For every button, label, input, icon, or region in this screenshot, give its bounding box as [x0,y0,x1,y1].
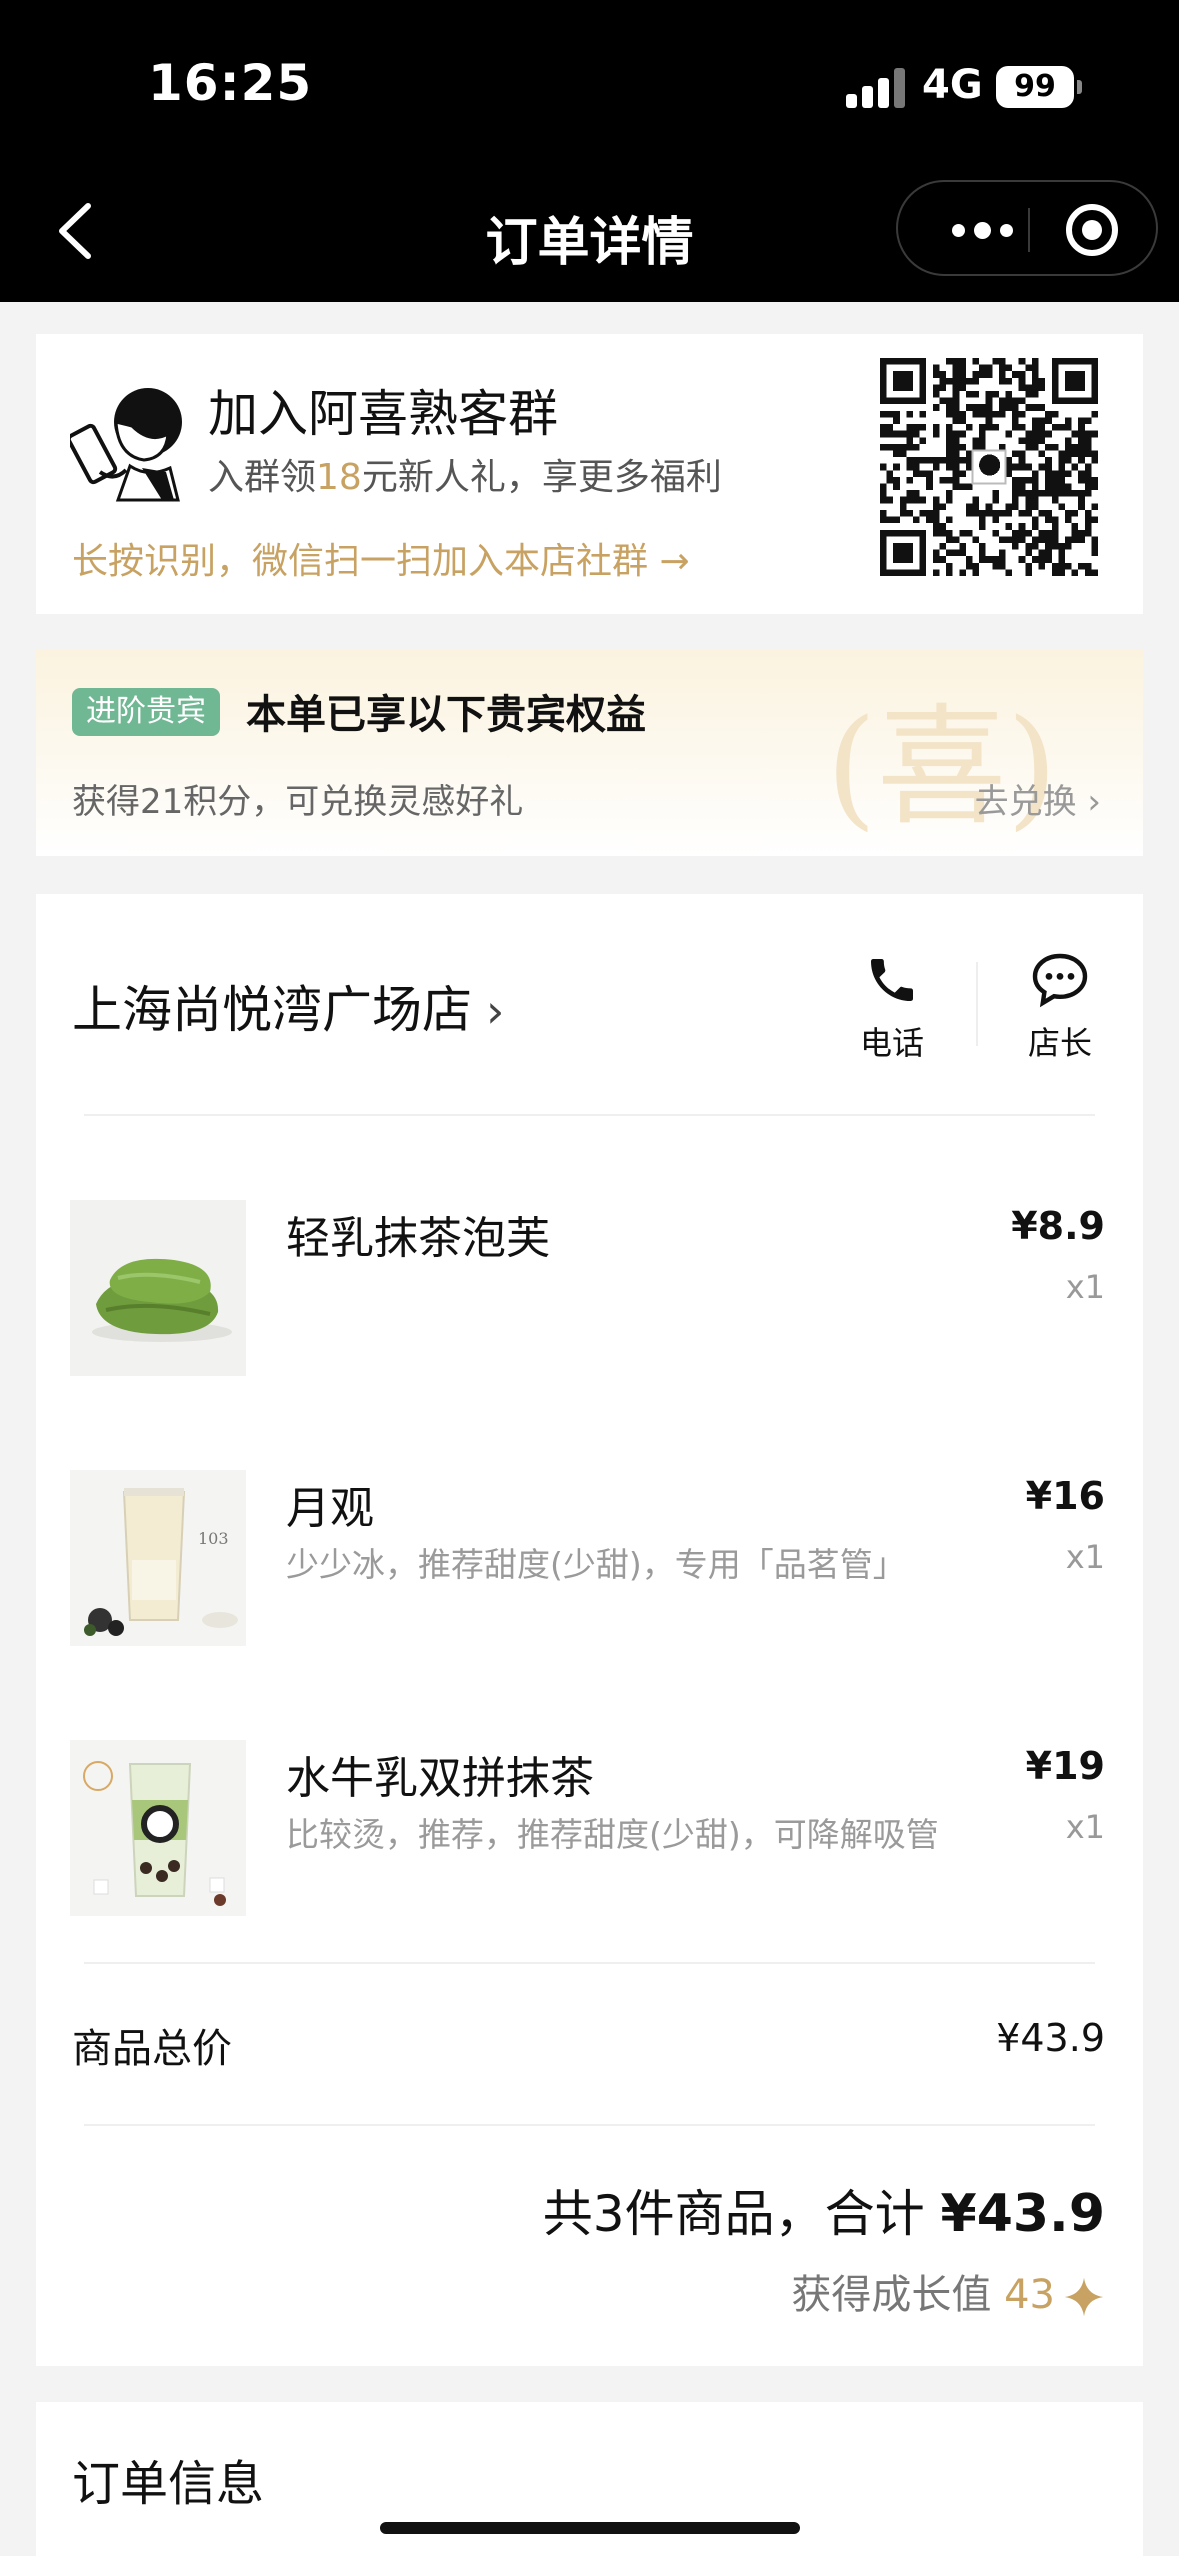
item-price: ¥19 [1025,1744,1105,1788]
item-image: 103 [70,1470,246,1646]
phone-icon [871,959,913,1001]
store-name: 上海尚悦湾广场店 [72,981,472,1039]
growth-label: 获得成长值 [791,2272,1005,2318]
network-type: 4G [922,62,983,108]
store-name-link[interactable]: 上海尚悦湾广场店 › [72,970,504,1042]
group-subtitle: 入群领18元新人礼，享更多福利 [208,448,722,500]
redeem-link[interactable]: 去兑换 › [975,774,1101,823]
home-indicator[interactable] [380,2522,800,2534]
close-miniprogram-icon[interactable] [1066,204,1118,256]
group-title: 加入阿喜熟客群 [208,385,558,443]
item-name: 轻乳抹茶泡芙 [286,1213,550,1264]
status-time: 16:25 [148,54,313,112]
vip-level-badge: 进阶贵宾 [72,688,220,736]
divider [84,1114,1095,1116]
order-total-prefix: 共3件商品，合计 [542,2185,941,2243]
call-store-button[interactable]: 电话 [842,952,942,1064]
growth-value: 43 [1004,2272,1055,2318]
order-info-title: 订单信息 [72,2456,265,2512]
goods-total-label: 商品总价 [72,2026,232,2072]
miniprogram-capsule [896,180,1158,276]
join-group-link[interactable]: 长按识别，微信扫一扫加入本店社群 → [72,532,690,584]
order-item[interactable]: 水牛乳双拼抹茶 比较烫，推荐，推荐甜度(少甜)，可降解吸管 ¥19 x1 [36,1740,1143,1916]
divider [84,1962,1095,1964]
store-actions-divider [976,962,978,1046]
vip-benefit-card[interactable]: (喜) 进阶贵宾 本单已享以下贵宾权益 获得21积分，可兑换灵感好礼 去兑换 › [36,650,1143,856]
manager-label: 店长 [1027,1024,1092,1062]
item-qty: x1 [1065,1808,1105,1846]
order-total-value: ¥43.9 [940,2184,1105,2244]
community-group-card[interactable]: 加入阿喜熟客群 入群领18元新人礼，享更多福利 长按识别，微信扫一扫加入本店社群… [36,334,1143,614]
contact-manager-button[interactable]: 店长 [1010,952,1110,1064]
battery-icon: 99 [996,66,1082,108]
item-price: ¥16 [1025,1474,1105,1518]
chevron-right-icon: › [486,984,505,1038]
order-items-card: 上海尚悦湾广场店 › 电话 店长 轻乳抹茶泡芙 ¥8.9 x1 103 月观 少… [36,894,1143,2366]
group-subtitle-post: 元新人礼，享更多福利 [361,457,722,498]
signal-icon [846,68,906,108]
group-qr-code[interactable] [880,358,1098,576]
svg-text:103: 103 [198,1529,229,1548]
divider [84,2124,1095,2126]
item-desc: 少少冰，推荐甜度(少甜)，专用「品茗管」 [286,1545,906,1584]
more-icon[interactable] [932,208,1032,252]
goods-total-value: ¥43.9 [996,2016,1105,2060]
chat-bubble-icon [1032,953,1088,1008]
group-subtitle-amount: 18 [316,457,362,498]
item-image [70,1740,246,1916]
order-item[interactable]: 轻乳抹茶泡芙 ¥8.9 x1 [36,1200,1143,1376]
phone-label: 电话 [859,1024,924,1062]
group-subtitle-pre: 入群领 [208,457,317,498]
item-name: 月观 [286,1483,374,1534]
top-bar: 16:25 4G 99 订单详情 [0,0,1179,302]
item-price: ¥8.9 [1011,1204,1105,1248]
vip-title: 本单已享以下贵宾权益 [246,692,646,738]
item-image [70,1200,246,1376]
brand-avatar-icon [70,388,182,502]
item-desc: 比较烫，推荐，推荐甜度(少甜)，可降解吸管 [286,1815,939,1854]
item-qty: x1 [1065,1538,1105,1576]
order-total: 共3件商品，合计 ¥43.9 [543,2174,1105,2246]
capsule-divider [1028,208,1030,252]
sparkle-icon [1064,2277,1104,2317]
item-name: 水牛乳双拼抹茶 [286,1753,594,1804]
growth-value-row: 获得成长值 43 [791,2262,1105,2320]
vip-points-text: 获得21积分，可兑换灵感好礼 [72,782,524,822]
item-qty: x1 [1065,1268,1105,1306]
order-item[interactable]: 103 月观 少少冰，推荐甜度(少甜)，专用「品茗管」 ¥16 x1 [36,1470,1143,1646]
